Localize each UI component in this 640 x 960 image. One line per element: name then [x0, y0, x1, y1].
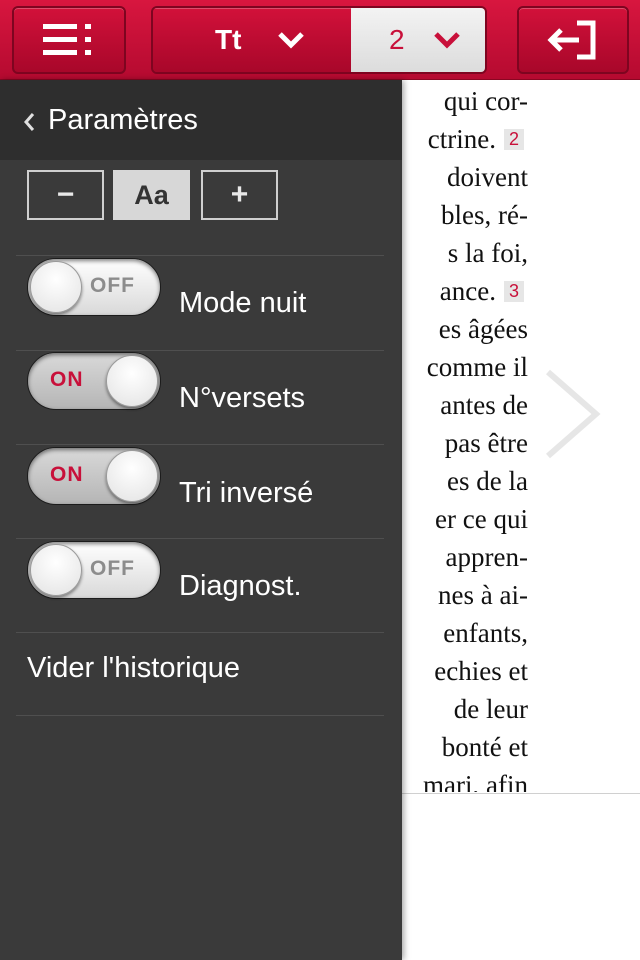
font-style-label: Tt [215, 24, 242, 55]
verse-numbers-toggle[interactable]: ON [27, 352, 161, 410]
reader-line: ctrine. 2 [428, 124, 524, 155]
reader-line: mari, afin [423, 770, 528, 792]
toggle-knob [30, 261, 82, 313]
font-size-controls: − Aa + [27, 170, 279, 220]
diagnostics-label: Diagnost. [179, 570, 302, 602]
toggle-state: OFF [90, 274, 135, 297]
chevron-right-icon[interactable] [540, 366, 606, 462]
reader-line: bonté et [441, 732, 528, 762]
toggle-state: ON [50, 368, 84, 391]
reader-line: appren- [445, 542, 528, 572]
text-options-group: Tt 2 [151, 6, 487, 74]
chapter-dropdown[interactable]: 2 [351, 8, 485, 72]
reader-line: nes à ai- [438, 580, 528, 610]
reader-line: qui cor- [443, 86, 528, 116]
chevron-left-icon [24, 113, 35, 131]
toggle-state: OFF [90, 557, 135, 580]
reader-line: doivent [447, 162, 528, 192]
settings-back-button[interactable]: Paramètres [0, 80, 402, 160]
reader-line: es de la [447, 466, 528, 496]
night-mode-label: Mode nuit [179, 287, 307, 319]
verse-numbers-label: N°versets [179, 382, 306, 414]
exit-icon [547, 20, 596, 60]
reader-line: enfants, [443, 618, 528, 648]
toggle-state: ON [50, 463, 84, 486]
reader-content: qui cor- ctrine. 2 doivent bles, ré- s la… [402, 80, 640, 960]
font-increase-button[interactable]: + [201, 170, 278, 220]
verse-number-badge[interactable]: 2 [503, 129, 524, 150]
exit-button[interactable] [517, 6, 629, 74]
reader-line: bles, ré- [441, 200, 528, 230]
reader-divider [402, 793, 640, 794]
clear-history-button[interactable]: Vider l'historique [27, 652, 240, 685]
reader-line: s la foi, [447, 238, 528, 268]
reverse-sort-toggle[interactable]: ON [27, 447, 161, 505]
divider [16, 255, 384, 256]
chevron-down-icon [433, 32, 460, 49]
toggle-knob [106, 450, 158, 502]
settings-panel: Paramètres − Aa + OFF Mode nuit ON N°ver… [0, 80, 402, 960]
diagnostics-toggle[interactable]: OFF [27, 541, 161, 599]
reader-line: pas être [444, 428, 528, 458]
divider [16, 715, 384, 716]
toggle-knob [30, 544, 82, 596]
font-decrease-button[interactable]: − [27, 170, 104, 220]
reader-line: de leur [453, 694, 528, 724]
divider [16, 632, 384, 633]
divider [16, 444, 384, 445]
font-style-dropdown[interactable]: Tt [153, 8, 351, 72]
night-mode-toggle[interactable]: OFF [27, 258, 161, 316]
reader-line: antes de [440, 390, 528, 420]
toggle-knob [106, 355, 158, 407]
reverse-sort-label: Tri inversé [179, 477, 314, 509]
reader-line: er ce qui [435, 504, 528, 534]
verse-number-badge[interactable]: 3 [503, 281, 524, 302]
menu-icon [43, 24, 91, 55]
chapter-number: 2 [389, 24, 405, 55]
font-size-indicator[interactable]: Aa [113, 170, 190, 220]
reader-line: es âgées [438, 314, 528, 344]
menu-button[interactable] [12, 6, 126, 74]
divider [16, 350, 384, 351]
reader-line: echies et [434, 656, 528, 686]
reader-line: ance. 3 [440, 276, 524, 307]
reader-line: comme il [426, 352, 528, 382]
settings-title: Paramètres [48, 103, 198, 136]
top-toolbar: Tt 2 [0, 0, 640, 80]
divider [16, 538, 384, 539]
chevron-down-icon [278, 32, 305, 49]
